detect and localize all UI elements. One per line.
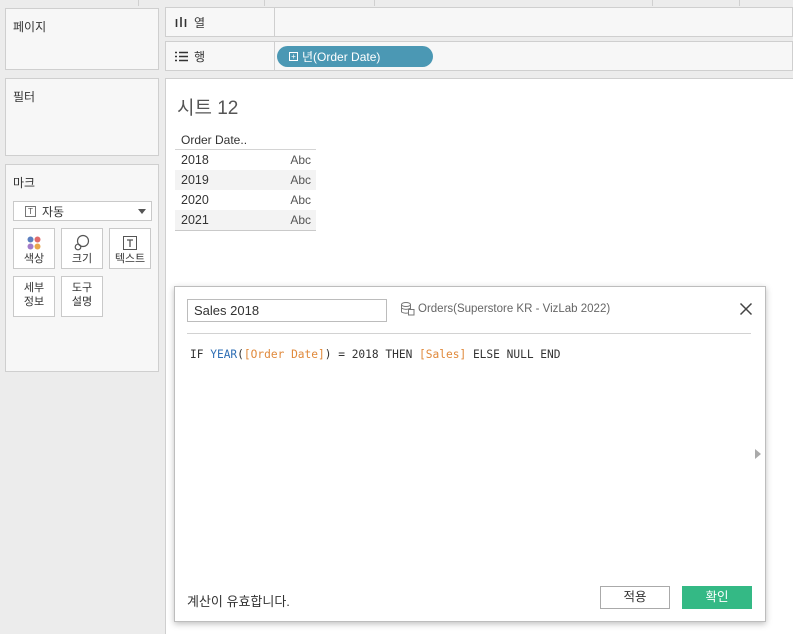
row-year: 2021 bbox=[181, 213, 209, 227]
text-mark-icon: T bbox=[25, 205, 36, 217]
row-value: Abc bbox=[290, 153, 311, 167]
toolbar-divider bbox=[138, 0, 139, 6]
rows-shelf[interactable]: 행 + 년(Order Date) bbox=[165, 41, 793, 71]
formula-field-sales: [Sales] bbox=[419, 348, 467, 361]
size-mark-label: 크기 bbox=[71, 253, 93, 265]
table-row[interactable]: 2019 Abc bbox=[175, 170, 316, 190]
formula-open-paren: ( bbox=[237, 348, 244, 361]
detail-mark-button[interactable]: 세부 정보 bbox=[13, 276, 55, 317]
formula-editor[interactable]: IF YEAR([Order Date]) = 2018 THEN [Sales… bbox=[190, 348, 561, 361]
pages-panel[interactable]: 페이지 bbox=[5, 8, 159, 70]
row-year: 2019 bbox=[181, 173, 209, 187]
filters-panel[interactable]: 필터 bbox=[5, 78, 159, 156]
pages-panel-title: 페이지 bbox=[13, 20, 47, 34]
expand-plus-icon[interactable]: + bbox=[289, 52, 298, 61]
calculation-name-input[interactable]: Sales 2018 bbox=[187, 299, 387, 322]
text-icon bbox=[110, 233, 150, 253]
sheet-title[interactable]: 시트 12 bbox=[177, 93, 238, 120]
dialog-divider bbox=[187, 333, 751, 334]
detail-mark-label-line1: 세부 bbox=[23, 282, 45, 294]
formula-function-year: YEAR bbox=[210, 348, 238, 361]
size-mark-button[interactable]: 크기 bbox=[61, 228, 103, 269]
ok-button[interactable]: 확인 bbox=[682, 586, 752, 609]
row-value: Abc bbox=[290, 173, 311, 187]
data-table: Order Date.. 2018 Abc 2019 Abc 2020 Abc … bbox=[175, 131, 316, 231]
columns-icon bbox=[174, 16, 188, 28]
mark-type-dropdown[interactable]: T 자동 bbox=[13, 201, 152, 221]
table-row[interactable]: 2018 Abc bbox=[175, 150, 316, 170]
rows-label-text: 행 bbox=[194, 49, 206, 64]
formula-keyword-if: IF bbox=[190, 348, 211, 361]
mark-type-value: 자동 bbox=[42, 204, 65, 219]
close-icon[interactable] bbox=[739, 302, 753, 316]
color-dots-icon bbox=[14, 233, 54, 253]
row-year: 2020 bbox=[181, 193, 209, 207]
tooltip-mark-label-line2: 설명 bbox=[71, 296, 93, 308]
toolbar-divider bbox=[264, 0, 265, 6]
text-mark-button[interactable]: 텍스트 bbox=[109, 228, 151, 269]
color-mark-label: 색상 bbox=[23, 253, 45, 265]
detail-mark-label-line2: 정보 bbox=[23, 296, 45, 308]
table-row[interactable]: 2021 Abc bbox=[175, 210, 316, 230]
formula-condition: ) = 2018 THEN bbox=[324, 348, 420, 361]
table-header-order-date[interactable]: Order Date.. bbox=[175, 131, 316, 150]
marks-panel: 마크 T 자동 색상 크기 텍스트 세부 정보 도구 설명 bbox=[5, 164, 159, 372]
toolbar-divider bbox=[374, 0, 375, 6]
order-date-year-pill[interactable]: + 년(Order Date) bbox=[277, 46, 433, 67]
columns-shelf[interactable]: 열 bbox=[165, 7, 793, 37]
chevron-down-icon bbox=[138, 209, 146, 214]
text-mark-label: 텍스트 bbox=[114, 253, 146, 265]
columns-shelf-label: 열 bbox=[166, 8, 275, 36]
calculation-editor-dialog: Sales 2018 Orders(Superstore KR - VizLab… bbox=[174, 286, 766, 622]
table-row[interactable]: 2020 Abc bbox=[175, 190, 316, 210]
datasource-name: Orders(Superstore KR - VizLab 2022) bbox=[418, 302, 611, 315]
datasource-label: Orders(Superstore KR - VizLab 2022) bbox=[400, 301, 610, 316]
columns-label-text: 열 bbox=[194, 15, 206, 30]
row-year: 2018 bbox=[181, 153, 209, 167]
filters-panel-title: 필터 bbox=[13, 90, 36, 104]
formula-field-order-date: [Order Date] bbox=[243, 348, 325, 361]
row-value: Abc bbox=[290, 193, 311, 207]
datasource-icon bbox=[400, 301, 415, 316]
rows-shelf-label: 행 bbox=[166, 42, 275, 70]
tooltip-mark-button[interactable]: 도구 설명 bbox=[61, 276, 103, 317]
toolbar-divider bbox=[652, 0, 653, 6]
toolbar-divider bbox=[739, 0, 740, 6]
formula-else-end: ELSE NULL END bbox=[466, 348, 561, 361]
marks-panel-title: 마크 bbox=[13, 176, 36, 190]
color-mark-button[interactable]: 색상 bbox=[13, 228, 55, 269]
pill-label: 년(Order Date) bbox=[302, 50, 381, 64]
size-icon bbox=[62, 233, 102, 253]
rows-icon bbox=[174, 51, 188, 62]
calculation-status: 계산이 유효합니다. bbox=[187, 594, 290, 609]
row-value: Abc bbox=[290, 213, 311, 227]
tooltip-mark-label-line1: 도구 bbox=[71, 282, 93, 294]
apply-button[interactable]: 적용 bbox=[600, 586, 670, 609]
top-toolbar-strip bbox=[0, 0, 793, 6]
expand-panel-arrow-icon[interactable] bbox=[755, 449, 761, 459]
table-bottom-border bbox=[175, 230, 316, 231]
